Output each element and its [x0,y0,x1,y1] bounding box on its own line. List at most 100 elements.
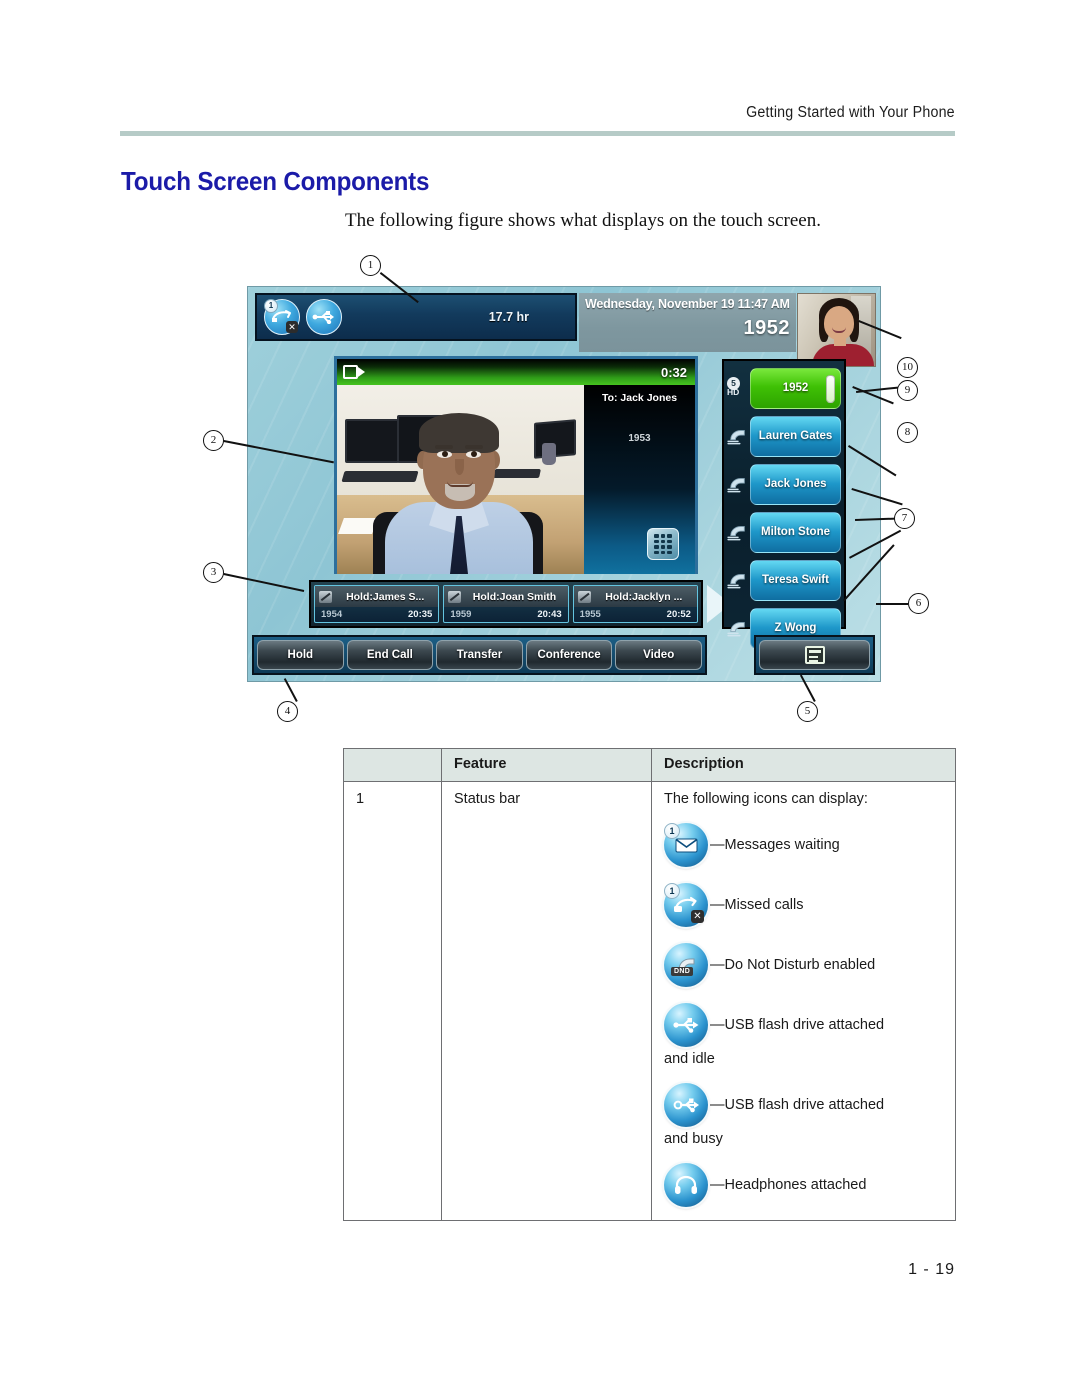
line-key-row[interactable]: Teresa Swift [726,556,841,604]
icon-legend-label: —Headphones attached [710,1177,867,1193]
column-header-feature: Feature [441,748,652,782]
eyebrow-right [465,445,483,449]
do-not-disturb-icon: DND [664,943,708,987]
usb-flash-drive-idle-icon [664,1003,708,1047]
soft-key-transfer[interactable]: Transfer [436,640,523,670]
held-call-card[interactable]: Hold:Joan Smith 1959 20:43 [443,585,569,623]
usb-flash-drive-icon[interactable] [306,299,342,335]
soft-key-conference[interactable]: Conference [525,640,613,670]
line-key-label: 1952 [782,382,809,394]
line-key-button[interactable]: Jack Jones [750,463,841,505]
held-call-header: Hold:Joan Smith [444,586,568,607]
page-title: Touch Screen Components [121,166,430,196]
held-call-number: 1954 [321,609,343,620]
far-site-hair [419,413,499,453]
hd-audio-icon: 5 HD [726,377,750,399]
line-key-row[interactable]: 5 HD 1952 [726,364,841,412]
held-call-number: 1959 [450,609,472,620]
row-feature: Status bar [441,781,652,1221]
missed-call-x-mark: ✕ [286,321,298,333]
call-recipient-number: 1953 [628,433,651,444]
line-key-button[interactable]: Lauren Gates [750,415,841,457]
muted-icon [577,590,591,603]
self-view-face [824,306,854,340]
table-row: 1 Status bar The following icons can dis… [343,781,956,1221]
line-key-label: Z Wong [774,622,817,634]
description-continued: and idle [664,1051,715,1067]
line-key-row[interactable]: Lauren Gates [726,412,841,460]
dialpad-icon[interactable] [647,528,679,560]
line-key-button[interactable]: Milton Stone [750,511,841,553]
desk-paper [338,518,378,534]
pupil-left [442,451,448,457]
soft-key-end-call[interactable]: End Call [346,640,434,670]
messages-waiting-icon: 1 [664,823,708,867]
line-key-label: Teresa Swift [762,574,829,586]
page-number: 1 - 19 [908,1261,955,1278]
held-call-header: Hold:James S... [315,586,439,607]
storage-time-label: 17.7 hr [488,310,529,324]
near-site-panel: To: Jack Jones 1953 [584,385,695,574]
missed-call-x-mark: ✕ [691,910,704,923]
home-key-area [754,635,875,675]
held-call-duration: 20:52 [666,609,691,620]
callout-8: 8 [897,422,918,443]
active-video-call-window[interactable]: 0:32 To: Jack Jones 1953 [334,356,698,574]
soft-key-bar: Hold End Call Transfer Conference Video [252,635,707,675]
extension-label: 1952 [743,317,790,339]
page-header: Getting Started with Your Phone [0,0,1080,145]
handset-icon [726,523,750,541]
line-key-button[interactable]: Teresa Swift [750,559,841,601]
running-head: Getting Started with Your Phone [746,104,955,121]
icon-legend-row: 1 ✕ —Missed calls [664,883,945,927]
line-key-button-active[interactable]: 1952 [750,367,841,409]
column-header-number [343,748,442,782]
icon-legend-row: —USB flash drive attached [664,1083,945,1127]
held-call-name: Hold:Jacklyn ... [605,590,683,603]
headphones-icon [664,1163,708,1207]
held-call-card[interactable]: Hold:James S... 1954 20:35 [314,585,440,623]
held-call-header: Hold:Jacklyn ... [573,586,697,607]
icon-legend-row: —Headphones attached [664,1163,945,1207]
icon-legend-row: DND —Do Not Disturb enabled [664,943,945,987]
handset-icon [726,619,750,637]
line-key-row[interactable]: Milton Stone [726,508,841,556]
held-call-duration: 20:35 [408,609,433,620]
row-description: The following icons can display: 1 —Mess… [651,781,956,1221]
callout-3: 3 [203,562,224,583]
description-intro: The following icons can display: [664,791,868,807]
home-key-button[interactable] [759,640,870,670]
call-recipient-label: To: Jack Jones [601,392,678,404]
held-call-details: 1959 20:43 [444,607,567,622]
icon-legend-row: —USB flash drive attached [664,1003,945,1047]
line-key-label: Lauren Gates [758,430,833,442]
far-site-video [337,385,584,574]
callout-4: 4 [277,701,298,722]
header-rule [120,131,955,136]
icon-legend-label: —USB flash drive attached [710,1017,885,1033]
callout-10: 10 [897,357,918,378]
missed-calls-icon: 1 ✕ [664,883,708,927]
date-time-panel: Wednesday, November 19 11:47 AM 1952 [579,293,796,352]
held-call-card[interactable]: Hold:Jacklyn ... 1955 20:52 [572,585,698,623]
touch-screen-figure: 1 2 3 4 5 6 7 8 9 10 1 ✕ 17.7 hr Wednesd… [0,250,1080,730]
callout-7: 7 [894,508,915,529]
muted-icon [448,590,462,603]
handset-icon [726,427,750,445]
callout-5: 5 [797,701,818,722]
line-key-row[interactable]: Jack Jones [726,460,841,508]
icon-legend-label: —Missed calls [710,897,804,913]
eyebrow-left [435,445,453,449]
missed-calls-icon[interactable]: 1 ✕ [264,299,300,335]
keyboard-right [493,469,541,478]
icon-legend-label: —Messages waiting [710,837,840,853]
usb-flash-drive-busy-icon [664,1083,708,1127]
soft-key-video[interactable]: Video [615,640,702,670]
monitor-left [345,419,399,463]
self-view-thumbnail[interactable] [797,293,876,367]
callout-9: 9 [897,380,918,401]
row-number: 1 [343,781,442,1221]
muted-icon [319,590,332,603]
line-key-indicator [826,374,835,403]
soft-key-hold[interactable]: Hold [257,640,344,670]
